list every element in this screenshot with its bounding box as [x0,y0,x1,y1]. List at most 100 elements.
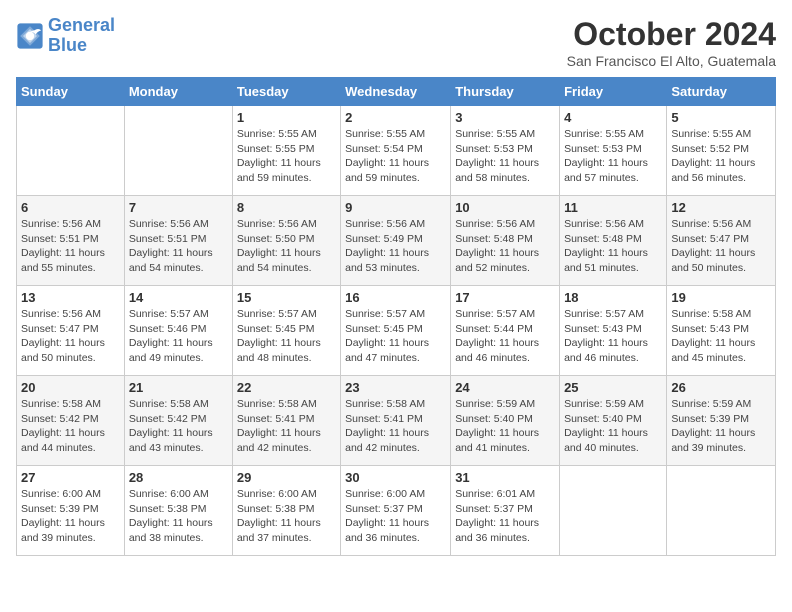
calendar-cell: 17 Sunrise: 5:57 AM Sunset: 5:44 PM Dayli… [451,286,560,376]
weekday-header-row: SundayMondayTuesdayWednesdayThursdayFrid… [17,78,776,106]
day-detail: Sunrise: 6:00 AM Sunset: 5:37 PM Dayligh… [345,487,446,546]
calendar-cell: 19 Sunrise: 5:58 AM Sunset: 5:43 PM Dayli… [667,286,776,376]
day-number: 12 [671,200,771,215]
calendar-cell: 31Sunrise: 6:01 AM Sunset: 5:37 PM Dayli… [451,466,560,556]
calendar-cell: 28 Sunrise: 6:00 AM Sunset: 5:38 PM Dayli… [124,466,232,556]
day-detail: Sunrise: 6:00 AM Sunset: 5:39 PM Dayligh… [21,487,120,546]
day-detail: Sunrise: 5:57 AM Sunset: 5:45 PM Dayligh… [237,307,336,366]
weekday-header-saturday: Saturday [667,78,776,106]
calendar-cell: 20 Sunrise: 5:58 AM Sunset: 5:42 PM Dayli… [17,376,125,466]
calendar-cell [17,106,125,196]
calendar-cell: 11Sunrise: 5:56 AM Sunset: 5:48 PM Dayli… [560,196,667,286]
calendar-table: SundayMondayTuesdayWednesdayThursdayFrid… [16,77,776,556]
title-block: October 2024 San Francisco El Alto, Guat… [567,16,776,69]
calendar-cell: 18 Sunrise: 5:57 AM Sunset: 5:43 PM Dayli… [560,286,667,376]
weekday-header-friday: Friday [560,78,667,106]
day-detail: Sunrise: 5:57 AM Sunset: 5:44 PM Dayligh… [455,307,555,366]
day-number: 30 [345,470,446,485]
calendar-cell: 27 Sunrise: 6:00 AM Sunset: 5:39 PM Dayli… [17,466,125,556]
day-number: 6 [21,200,120,215]
day-detail: Sunrise: 5:56 AM Sunset: 5:51 PM Dayligh… [21,217,120,276]
weekday-header-sunday: Sunday [17,78,125,106]
day-detail: Sunrise: 5:56 AM Sunset: 5:51 PM Dayligh… [129,217,228,276]
day-detail: Sunrise: 6:00 AM Sunset: 5:38 PM Dayligh… [237,487,336,546]
location-title: San Francisco El Alto, Guatemala [567,53,776,69]
day-number: 2 [345,110,446,125]
day-detail: Sunrise: 5:58 AM Sunset: 5:43 PM Dayligh… [671,307,771,366]
day-number: 29 [237,470,336,485]
day-detail: Sunrise: 5:55 AM Sunset: 5:53 PM Dayligh… [564,127,662,186]
day-detail: Sunrise: 5:56 AM Sunset: 5:48 PM Dayligh… [564,217,662,276]
calendar-cell: 13 Sunrise: 5:56 AM Sunset: 5:47 PM Dayli… [17,286,125,376]
day-number: 26 [671,380,771,395]
day-detail: Sunrise: 5:55 AM Sunset: 5:53 PM Dayligh… [455,127,555,186]
day-detail: Sunrise: 5:57 AM Sunset: 5:43 PM Dayligh… [564,307,662,366]
logo: General Blue [16,16,115,56]
day-detail: Sunrise: 5:55 AM Sunset: 5:54 PM Dayligh… [345,127,446,186]
calendar-cell: 3 Sunrise: 5:55 AM Sunset: 5:53 PM Daylig… [451,106,560,196]
day-number: 19 [671,290,771,305]
day-number: 1 [237,110,336,125]
day-number: 16 [345,290,446,305]
calendar-week-row: 1 Sunrise: 5:55 AM Sunset: 5:55 PM Daylig… [17,106,776,196]
day-detail: Sunrise: 5:55 AM Sunset: 5:52 PM Dayligh… [671,127,771,186]
calendar-cell [667,466,776,556]
calendar-cell: 23 Sunrise: 5:58 AM Sunset: 5:41 PM Dayli… [341,376,451,466]
day-number: 8 [237,200,336,215]
page-header: General Blue October 2024 San Francisco … [16,16,776,69]
calendar-cell: 24Sunrise: 5:59 AM Sunset: 5:40 PM Dayli… [451,376,560,466]
day-detail: Sunrise: 5:58 AM Sunset: 5:42 PM Dayligh… [129,397,228,456]
calendar-week-row: 6 Sunrise: 5:56 AM Sunset: 5:51 PM Daylig… [17,196,776,286]
day-number: 18 [564,290,662,305]
calendar-cell: 5 Sunrise: 5:55 AM Sunset: 5:52 PM Daylig… [667,106,776,196]
day-number: 25 [564,380,662,395]
day-number: 22 [237,380,336,395]
day-detail: Sunrise: 6:00 AM Sunset: 5:38 PM Dayligh… [129,487,228,546]
calendar-cell: 29 Sunrise: 6:00 AM Sunset: 5:38 PM Dayli… [232,466,340,556]
calendar-cell: 1 Sunrise: 5:55 AM Sunset: 5:55 PM Daylig… [232,106,340,196]
calendar-cell: 2 Sunrise: 5:55 AM Sunset: 5:54 PM Daylig… [341,106,451,196]
day-detail: Sunrise: 5:58 AM Sunset: 5:42 PM Dayligh… [21,397,120,456]
calendar-cell [124,106,232,196]
day-detail: Sunrise: 5:56 AM Sunset: 5:49 PM Dayligh… [345,217,446,276]
day-number: 7 [129,200,228,215]
day-detail: Sunrise: 5:59 AM Sunset: 5:39 PM Dayligh… [671,397,771,456]
day-detail: Sunrise: 5:57 AM Sunset: 5:45 PM Dayligh… [345,307,446,366]
day-number: 3 [455,110,555,125]
calendar-cell: 30 Sunrise: 6:00 AM Sunset: 5:37 PM Dayli… [341,466,451,556]
calendar-cell: 21 Sunrise: 5:58 AM Sunset: 5:42 PM Dayli… [124,376,232,466]
calendar-cell: 25Sunrise: 5:59 AM Sunset: 5:40 PM Dayli… [560,376,667,466]
calendar-cell: 15Sunrise: 5:57 AM Sunset: 5:45 PM Dayli… [232,286,340,376]
day-number: 4 [564,110,662,125]
day-detail: Sunrise: 5:55 AM Sunset: 5:55 PM Dayligh… [237,127,336,186]
day-detail: Sunrise: 5:56 AM Sunset: 5:47 PM Dayligh… [21,307,120,366]
weekday-header-monday: Monday [124,78,232,106]
day-number: 13 [21,290,120,305]
calendar-cell: 22Sunrise: 5:58 AM Sunset: 5:41 PM Dayli… [232,376,340,466]
day-number: 14 [129,290,228,305]
day-number: 20 [21,380,120,395]
day-number: 9 [345,200,446,215]
month-title: October 2024 [567,16,776,53]
day-number: 27 [21,470,120,485]
calendar-cell: 9 Sunrise: 5:56 AM Sunset: 5:49 PM Daylig… [341,196,451,286]
calendar-week-row: 20 Sunrise: 5:58 AM Sunset: 5:42 PM Dayli… [17,376,776,466]
day-detail: Sunrise: 5:56 AM Sunset: 5:47 PM Dayligh… [671,217,771,276]
calendar-cell [560,466,667,556]
calendar-cell: 26 Sunrise: 5:59 AM Sunset: 5:39 PM Dayli… [667,376,776,466]
day-number: 23 [345,380,446,395]
day-number: 17 [455,290,555,305]
day-detail: Sunrise: 5:56 AM Sunset: 5:48 PM Dayligh… [455,217,555,276]
day-number: 21 [129,380,228,395]
calendar-cell: 10Sunrise: 5:56 AM Sunset: 5:48 PM Dayli… [451,196,560,286]
day-number: 28 [129,470,228,485]
calendar-cell: 6 Sunrise: 5:56 AM Sunset: 5:51 PM Daylig… [17,196,125,286]
logo-icon [16,22,44,50]
day-detail: Sunrise: 5:59 AM Sunset: 5:40 PM Dayligh… [455,397,555,456]
calendar-cell: 8Sunrise: 5:56 AM Sunset: 5:50 PM Daylig… [232,196,340,286]
day-detail: Sunrise: 5:57 AM Sunset: 5:46 PM Dayligh… [129,307,228,366]
calendar-week-row: 13 Sunrise: 5:56 AM Sunset: 5:47 PM Dayli… [17,286,776,376]
day-number: 5 [671,110,771,125]
day-detail: Sunrise: 5:58 AM Sunset: 5:41 PM Dayligh… [345,397,446,456]
calendar-cell: 14 Sunrise: 5:57 AM Sunset: 5:46 PM Dayli… [124,286,232,376]
